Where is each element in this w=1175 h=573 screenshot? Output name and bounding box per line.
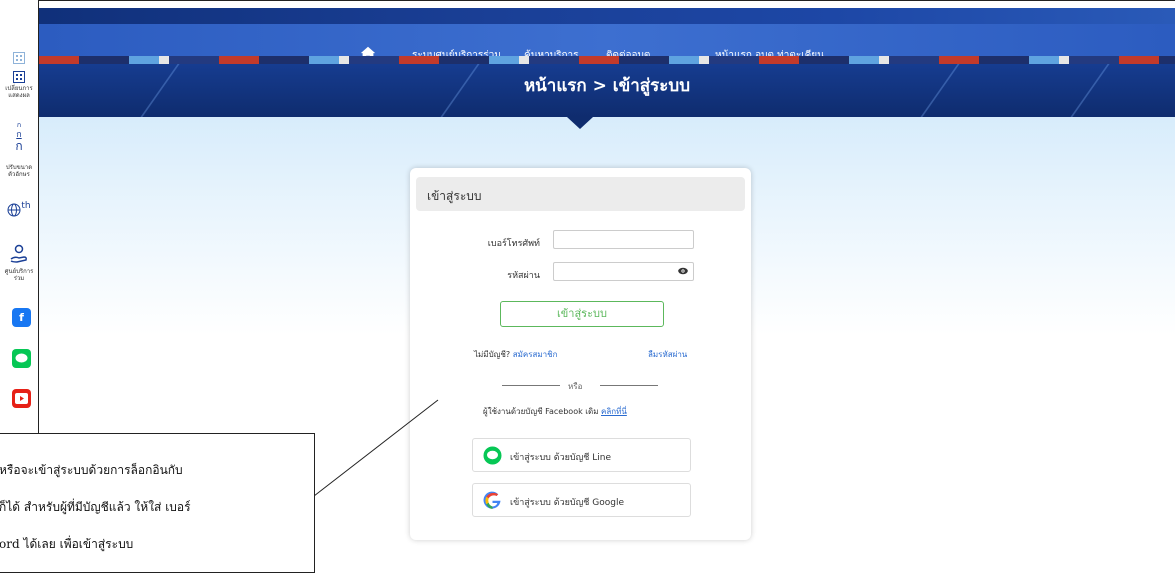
login-card: เข้าสู่ระบบ เบอร์โทรศัพท์ รหัสผ่าน เข้าส… — [410, 168, 751, 540]
divider-right — [600, 385, 658, 386]
facebook-button[interactable]: f — [12, 308, 31, 327]
language-code: th — [21, 201, 31, 211]
line-icon — [15, 353, 28, 363]
page-title: หน้าแรก > เข้าสู่ระบบ — [523, 76, 691, 96]
eye-icon[interactable] — [678, 267, 688, 275]
callout-line-2: ก็ได้ สำหรับผู้ที่มีบัญชีแล้ว ให้ใส่ เบอ… — [0, 500, 191, 514]
divider-left — [502, 385, 560, 386]
banner-caret — [567, 117, 593, 129]
no-account-text: ไม่มีบัญชี? — [474, 350, 511, 359]
callout-line-3: ord ได้เลย เพื่อเข้าสู่ระบบ — [0, 537, 134, 551]
grid-icon — [13, 52, 25, 64]
or-text: หรือ — [568, 382, 583, 391]
line-login-button[interactable]: เข้าสู่ระบบ ด้วยบัญชี Line — [472, 438, 691, 472]
forgot-password-link[interactable]: ลืมรหัสผ่าน — [648, 348, 687, 361]
facebook-icon: f — [19, 311, 24, 324]
google-login-label: เข้าสู่ระบบ ด้วยบัญชี Google — [510, 498, 624, 508]
accessibility-sidebar: เปลี่ยนการแสดงผล ก ก ก ปรับขนาดตัวอักษร … — [0, 40, 38, 420]
google-icon — [483, 491, 501, 509]
line-icon — [483, 446, 502, 465]
globe-icon — [7, 203, 21, 217]
font-small-button[interactable]: ก — [0, 122, 38, 129]
password-label: รหัสผ่าน — [507, 271, 540, 281]
line-button[interactable] — [12, 349, 31, 368]
display-mode-label: เปลี่ยนการแสดงผล — [5, 85, 33, 99]
google-login-button[interactable]: เข้าสู่ระบบ ด้วยบัญชี Google — [472, 483, 691, 517]
login-submit-button[interactable]: เข้าสู่ระบบ — [500, 301, 664, 327]
callout-pointer — [313, 399, 439, 497]
service-center-button[interactable]: ศูนย์บริการร่วม — [0, 244, 38, 282]
register-link[interactable]: สมัครสมาชิก — [513, 350, 558, 359]
line-login-label: เข้าสู่ระบบ ด้วยบัญชี Line — [510, 453, 612, 463]
phone-input[interactable] — [553, 230, 694, 249]
phone-label: เบอร์โทรศัพท์ — [487, 239, 540, 249]
font-size-label: ปรับขนาดตัวอักษร — [5, 164, 33, 178]
login-card-title: เข้าสู่ระบบ — [427, 189, 482, 203]
callout-line-1: หรือจะเข้าสู่ระบบด้วยการล็อกอินกับ — [0, 463, 183, 477]
hand-person-icon — [10, 244, 27, 263]
grid-view-button[interactable] — [0, 52, 38, 64]
language-button[interactable]: th — [0, 201, 38, 217]
service-center-label: ศูนย์บริการร่วม — [4, 268, 34, 282]
header-banner: ระบบศูนย์บริการร่วม ค้นหาบริการ ติดต่ออบ… — [39, 8, 1175, 117]
font-large-button[interactable]: ก — [0, 140, 38, 153]
decorative-strip — [39, 56, 1175, 64]
callout-box: หรือจะเข้าสู่ระบบด้วยการล็อกอินกับ ก็ได้… — [0, 433, 315, 573]
youtube-icon — [15, 393, 28, 404]
password-input[interactable] — [553, 262, 694, 281]
login-card-header: เข้าสู่ระบบ — [416, 177, 745, 211]
facebook-legacy-text: ผู้ใช้งานด้วยบัญชี Facebook เดิม — [483, 407, 599, 416]
youtube-button[interactable] — [12, 389, 31, 408]
list-view-icon — [13, 71, 25, 83]
top-navigation: ระบบศูนย์บริการร่วม ค้นหาบริการ ติดต่ออบ… — [39, 24, 1175, 62]
register-row: ไม่มีบัญชี? สมัครสมาชิก — [474, 348, 557, 361]
display-mode-button[interactable]: เปลี่ยนการแสดงผล — [0, 71, 38, 99]
facebook-legacy-link[interactable]: คลิกที่นี่ — [601, 407, 627, 416]
facebook-row: ผู้ใช้งานด้วยบัญชี Facebook เดิม คลิกที่… — [483, 405, 627, 418]
